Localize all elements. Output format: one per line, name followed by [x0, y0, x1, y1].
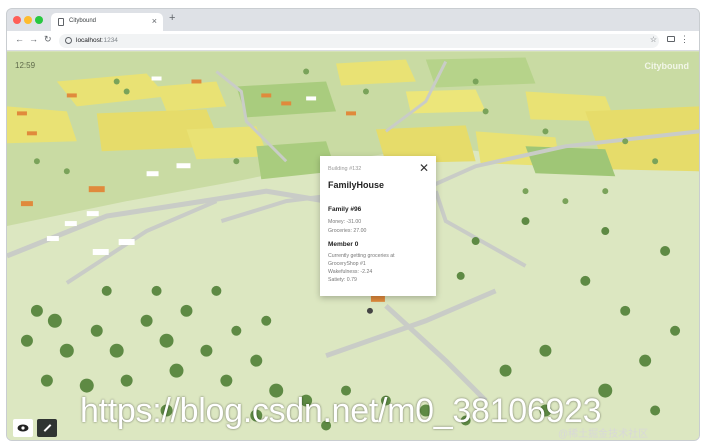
- house: [176, 163, 191, 169]
- field: [405, 89, 486, 114]
- house: [88, 186, 105, 193]
- edit-mode-button[interactable]: [37, 419, 57, 437]
- house: [86, 211, 99, 217]
- close-icon[interactable]: ✕: [419, 161, 429, 175]
- house: [346, 111, 356, 116]
- citizen-marker[interactable]: [366, 307, 373, 314]
- tab-bar: Citybound × +: [7, 9, 699, 31]
- browser-toolbar: ← → ↻ localhost:1234 ☆ ⋮: [7, 31, 699, 51]
- cast-icon[interactable]: [667, 36, 675, 42]
- minimize-window-icon[interactable]: [24, 16, 32, 24]
- tab-citybound[interactable]: Citybound ×: [51, 13, 163, 31]
- family-title: Family #96: [328, 206, 362, 213]
- game-viewport[interactable]: 12:59 Citybound Building #132 ✕ FamilyHo…: [7, 51, 699, 440]
- field: [425, 57, 536, 88]
- tab-close-icon[interactable]: ×: [152, 16, 157, 26]
- app-logo-text: Citybound: [644, 61, 690, 71]
- house: [191, 79, 202, 84]
- house: [281, 101, 292, 106]
- view-mode-button[interactable]: [13, 419, 33, 437]
- building-info-window: Building #132 ✕ FamilyHouse Family #96 M…: [320, 156, 436, 296]
- field: [336, 59, 416, 86]
- site-info-icon[interactable]: [65, 37, 72, 44]
- house: [306, 96, 317, 101]
- house: [26, 131, 37, 136]
- house: [64, 221, 77, 227]
- field: [156, 81, 227, 112]
- game-clock: 12:59: [15, 61, 36, 70]
- groceries-value: Groceries: 27.00: [328, 228, 367, 234]
- house: [151, 76, 162, 81]
- activity-text: Currently getting groceries at: [328, 253, 395, 259]
- watermark-url: https://blog.csdn.net/m0_38106923: [80, 392, 602, 430]
- url-port: :1234: [101, 37, 118, 44]
- wakefulness-value: Wakefulness: -2.24: [328, 269, 373, 275]
- tab-title: Citybound: [69, 18, 97, 24]
- forward-icon[interactable]: →: [29, 34, 38, 44]
- house: [20, 201, 33, 207]
- back-icon[interactable]: ←: [15, 34, 24, 44]
- pencil-icon: [43, 424, 51, 432]
- activity-shop: GroceryShop #1: [328, 261, 366, 267]
- url-host: localhost: [76, 37, 102, 44]
- maximize-window-icon[interactable]: [35, 16, 43, 24]
- watermark-credit: @稀土掘金技术社区: [558, 429, 649, 440]
- house: [118, 239, 135, 246]
- close-window-icon[interactable]: [13, 16, 21, 24]
- page-icon: [58, 18, 64, 26]
- money-value: Money: -31.00: [328, 219, 362, 225]
- house: [261, 93, 272, 98]
- browser-menu-icon[interactable]: ⋮: [680, 34, 689, 45]
- building-type: FamilyHouse: [328, 180, 385, 190]
- browser-window: Citybound × + ← → ↻ localhost:1234 ☆ ⋮ 1…: [6, 8, 700, 441]
- house: [146, 171, 159, 177]
- field: [236, 81, 337, 118]
- new-tab-icon[interactable]: +: [169, 12, 175, 24]
- house: [66, 93, 77, 98]
- member-title: Member 0: [328, 241, 359, 248]
- house: [46, 236, 59, 242]
- url-text: localhost:1234: [76, 37, 118, 44]
- house: [16, 111, 27, 116]
- house: [92, 248, 109, 255]
- scroll-fade: [320, 286, 436, 296]
- reload-icon[interactable]: ↻: [44, 34, 52, 45]
- address-bar[interactable]: localhost:1234: [59, 34, 659, 48]
- building-id: Building #132: [328, 166, 362, 172]
- satiety-value: Satiety: 0.79: [328, 277, 357, 283]
- bookmark-star-icon[interactable]: ☆: [650, 35, 657, 44]
- eye-icon: [17, 424, 29, 432]
